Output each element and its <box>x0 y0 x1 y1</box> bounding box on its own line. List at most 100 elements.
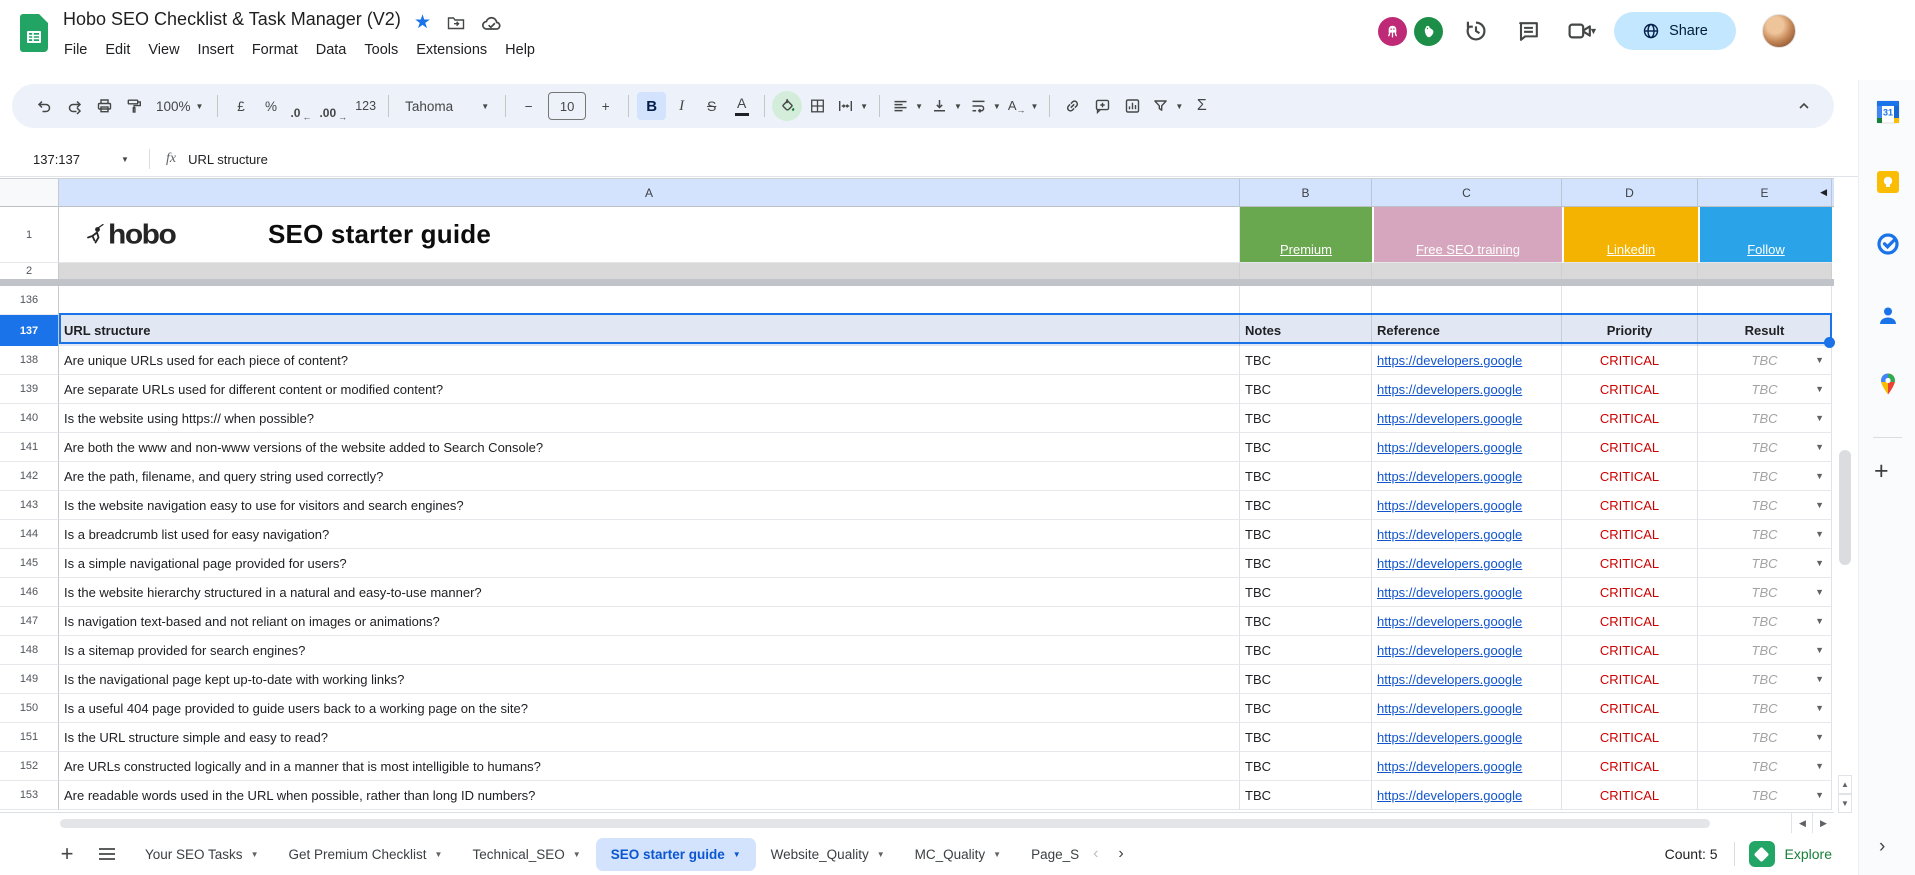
increase-font-size-button[interactable]: + <box>591 92 620 120</box>
insert-comment-button[interactable] <box>1088 92 1117 120</box>
version-history-icon[interactable] <box>1463 18 1489 44</box>
banner-link[interactable]: Follow <box>1747 242 1785 257</box>
reference-link[interactable]: https://developers.google <box>1377 643 1522 658</box>
row-number[interactable]: 138 <box>0 346 59 375</box>
menu-item[interactable]: Edit <box>96 39 139 61</box>
vertical-align-button[interactable]: ▼ <box>927 92 965 120</box>
reference-cell[interactable]: https://developers.google <box>1372 462 1562 491</box>
dropdown-arrow-icon[interactable]: ▼ <box>1815 645 1824 655</box>
scroll-down-button[interactable]: ▼ <box>1838 794 1852 813</box>
google-keep-icon[interactable] <box>1874 168 1901 195</box>
dropdown-arrow-icon[interactable]: ▼ <box>1815 500 1824 510</box>
menu-item[interactable]: View <box>139 39 188 61</box>
question-cell[interactable]: Is the URL structure simple and easy to … <box>59 723 1240 752</box>
notes-cell[interactable]: TBC <box>1240 636 1372 665</box>
text-rotation-button[interactable]: A → ▼ <box>1005 92 1042 120</box>
reference-link[interactable]: https://developers.google <box>1377 672 1522 687</box>
banner-link-cell[interactable]: Free SEO training <box>1372 207 1562 263</box>
cell[interactable] <box>1562 286 1698 315</box>
reference-cell[interactable]: https://developers.google <box>1372 375 1562 404</box>
tab-menu-arrow-icon[interactable]: ▼ <box>993 850 1001 859</box>
reference-cell[interactable]: https://developers.google <box>1372 752 1562 781</box>
google-contacts-icon[interactable] <box>1874 302 1901 329</box>
priority-cell[interactable]: CRITICAL <box>1562 549 1698 578</box>
star-icon[interactable]: ★ <box>414 13 431 33</box>
reference-cell[interactable]: https://developers.google <box>1372 520 1562 549</box>
notes-cell[interactable]: TBC <box>1240 694 1372 723</box>
horizontal-scrollbar-thumb[interactable] <box>60 819 1710 828</box>
dropdown-arrow-icon[interactable]: ▼ <box>1815 558 1824 568</box>
notes-cell[interactable]: TBC <box>1240 723 1372 752</box>
notes-cell[interactable]: TBC <box>1240 549 1372 578</box>
cell[interactable] <box>1372 263 1562 279</box>
share-button[interactable]: Share <box>1613 12 1736 50</box>
horizontal-align-button[interactable]: ▼ <box>888 92 926 120</box>
row-number[interactable]: 140 <box>0 404 59 433</box>
dropdown-arrow-icon[interactable]: ▼ <box>1815 529 1824 539</box>
question-cell[interactable]: Is navigation text-based and not reliant… <box>59 607 1240 636</box>
google-tasks-icon[interactable] <box>1874 230 1901 257</box>
reference-cell[interactable]: https://developers.google <box>1372 346 1562 375</box>
sheet-tab[interactable]: Page_S <box>1016 838 1083 871</box>
column-header-e[interactable]: E ◀ <box>1698 179 1832 206</box>
question-cell[interactable]: Are URLs constructed logically and in a … <box>59 752 1240 781</box>
question-cell[interactable]: Is a useful 404 page provided to guide u… <box>59 694 1240 723</box>
result-cell[interactable]: TBC ▼ <box>1698 723 1832 752</box>
reference-cell[interactable]: https://developers.google <box>1372 607 1562 636</box>
banner-link-cell[interactable]: Premium <box>1240 207 1372 263</box>
banner-cell[interactable]: hobo SEO starter guide <box>59 207 1240 263</box>
reference-cell[interactable]: https://developers.google <box>1372 665 1562 694</box>
print-button[interactable] <box>90 92 119 120</box>
notes-cell[interactable]: TBC <box>1240 491 1372 520</box>
hidden-columns-arrow-icon[interactable]: ◀ <box>1820 187 1827 198</box>
comment-history-icon[interactable] <box>1515 18 1541 44</box>
reference-link[interactable]: https://developers.google <box>1377 730 1522 745</box>
row-number[interactable]: 152 <box>0 752 59 781</box>
reference-link[interactable]: https://developers.google <box>1377 382 1522 397</box>
priority-cell[interactable]: CRITICAL <box>1562 404 1698 433</box>
text-color-button[interactable]: A <box>727 92 756 120</box>
row-number[interactable]: 145 <box>0 549 59 578</box>
formula-input[interactable]: URL structure <box>188 152 268 167</box>
more-formats-button[interactable]: 123 <box>351 92 380 120</box>
dropdown-arrow-icon[interactable]: ▼ <box>1815 355 1824 365</box>
priority-cell[interactable]: CRITICAL <box>1562 578 1698 607</box>
frozen-rows-divider[interactable] <box>0 279 1834 286</box>
result-header-cell[interactable]: Result <box>1698 315 1832 346</box>
google-calendar-icon[interactable]: 31 <box>1874 98 1901 125</box>
format-currency-button[interactable]: £ <box>226 92 255 120</box>
result-cell[interactable]: TBC ▼ <box>1698 607 1832 636</box>
reference-link[interactable]: https://developers.google <box>1377 701 1522 716</box>
reference-link[interactable]: https://developers.google <box>1377 353 1522 368</box>
row-number[interactable]: 139 <box>0 375 59 404</box>
dropdown-arrow-icon[interactable]: ▼ <box>1815 732 1824 742</box>
cell[interactable] <box>1372 286 1562 315</box>
reference-link[interactable]: https://developers.google <box>1377 469 1522 484</box>
notes-cell[interactable]: TBC <box>1240 665 1372 694</box>
dropdown-arrow-icon[interactable]: ▼ <box>1815 761 1824 771</box>
priority-cell[interactable]: CRITICAL <box>1562 665 1698 694</box>
selection-count[interactable]: Count: 5 <box>1665 846 1718 862</box>
fill-handle[interactable] <box>1824 337 1835 348</box>
row-number[interactable]: 149 <box>0 665 59 694</box>
reference-link[interactable]: https://developers.google <box>1377 788 1522 803</box>
get-add-ons-icon[interactable]: + <box>1874 458 1889 484</box>
result-cell[interactable]: TBC ▼ <box>1698 549 1832 578</box>
banner-link[interactable]: Free SEO training <box>1416 242 1520 257</box>
redo-button[interactable] <box>60 92 89 120</box>
menu-item[interactable]: Insert <box>189 39 243 61</box>
reference-cell[interactable]: https://developers.google <box>1372 578 1562 607</box>
reference-link[interactable]: https://developers.google <box>1377 585 1522 600</box>
notes-cell[interactable]: TBC <box>1240 433 1372 462</box>
priority-cell[interactable]: CRITICAL <box>1562 607 1698 636</box>
selected-row-number[interactable]: 137 <box>0 315 59 346</box>
dropdown-arrow-icon[interactable]: ▼ <box>1815 790 1824 800</box>
row-number[interactable]: 146 <box>0 578 59 607</box>
reference-link[interactable]: https://developers.google <box>1377 527 1522 542</box>
column-header-c[interactable]: C <box>1372 179 1562 206</box>
question-cell[interactable]: Is a simple navigational page provided f… <box>59 549 1240 578</box>
reference-link[interactable]: https://developers.google <box>1377 556 1522 571</box>
bold-button[interactable]: B <box>637 92 667 120</box>
scroll-up-button[interactable]: ▲ <box>1838 775 1852 794</box>
vertical-scrollbar-thumb[interactable] <box>1839 450 1851 565</box>
